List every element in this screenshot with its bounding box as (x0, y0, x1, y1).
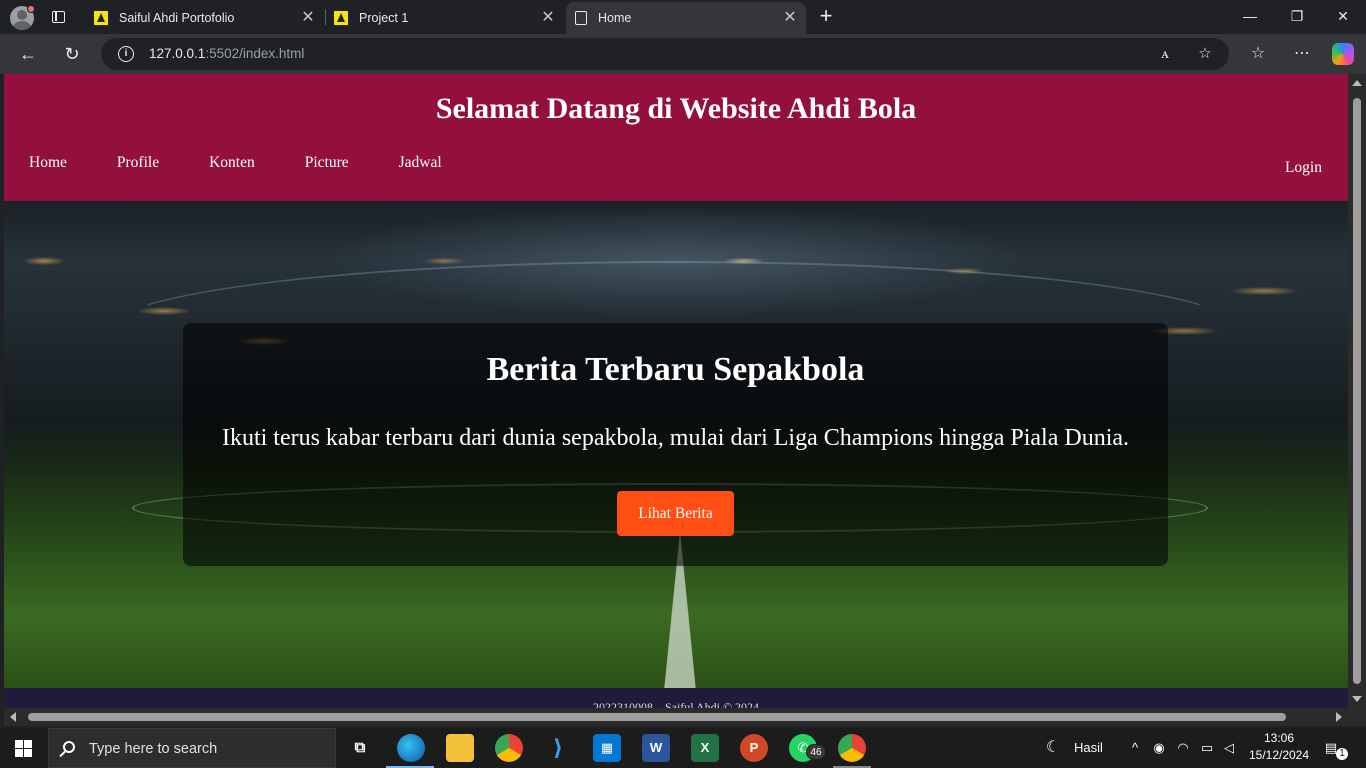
network-icon[interactable]: ◠ (1174, 738, 1192, 758)
horizontal-scrollbar[interactable] (4, 708, 1348, 726)
clock-date: 15/12/2024 (1248, 748, 1310, 762)
lihat-berita-button[interactable]: Lihat Berita (617, 491, 734, 536)
copilot-icon[interactable] (1332, 43, 1354, 65)
favorite-star-icon[interactable]: ☆ (1195, 44, 1215, 64)
chrome-icon[interactable] (495, 734, 523, 762)
browser-tab-bar: Saiful Ahdi Portofolio ✕ Project 1 ✕ Hom… (0, 0, 1366, 34)
tab-favicon-icon (334, 11, 348, 25)
powerpoint-icon[interactable]: P (740, 734, 768, 762)
chrome-profile-icon[interactable] (838, 734, 866, 762)
battery-icon[interactable]: ▭ (1198, 738, 1216, 758)
search-placeholder: Type here to search (89, 741, 218, 757)
url-host: 127.0.0.1 (149, 46, 206, 61)
meet-now-icon[interactable]: ◉ (1150, 738, 1168, 758)
taskbar-search-box[interactable]: Type here to search (48, 728, 336, 768)
horizontal-scroll-thumb[interactable] (28, 713, 1286, 721)
profile-status-dot (27, 5, 35, 13)
site-info-icon[interactable]: i (118, 46, 134, 62)
tray-overflow-chevron-icon[interactable]: ^ (1126, 738, 1144, 758)
reload-icon[interactable]: ↻ (60, 42, 84, 66)
page-viewport: Selamat Datang di Website Ahdi Bola Home… (4, 74, 1348, 708)
tab-title: Saiful Ahdi Portofolio (119, 11, 235, 25)
read-aloud-icon[interactable]: ꭺ (1155, 44, 1175, 64)
new-tab-plus-icon[interactable]: + (816, 5, 836, 27)
page-document-icon (575, 11, 587, 25)
url-path: :5502/index.html (205, 46, 305, 61)
scroll-down-arrow-icon[interactable] (1352, 696, 1362, 702)
address-bar[interactable]: i 127.0.0.1:5502/index.html ꭺ ☆ (101, 38, 1229, 70)
address-url[interactable]: 127.0.0.1:5502/index.html (149, 46, 304, 61)
vscode-icon[interactable]: ⟩ (544, 734, 572, 762)
task-view-icon[interactable]: ⧉ (346, 734, 374, 762)
tab-title: Project 1 (359, 11, 409, 25)
nav-link-home[interactable]: Home (29, 154, 67, 172)
weather-label[interactable]: Hasil (1074, 740, 1103, 755)
windows-taskbar: Type here to search ⧉ ⟩ ▦ W X P ✆ ☾ Hasi… (0, 728, 1366, 768)
more-menu-icon[interactable]: ⋯ (1291, 43, 1313, 65)
hero-card: Berita Terbaru Sepakbola Ikuti terus kab… (183, 323, 1168, 566)
excel-icon[interactable]: X (691, 734, 719, 762)
nav-link-profile[interactable]: Profile (117, 154, 159, 172)
edge-browser-icon[interactable] (397, 734, 425, 762)
tab-close-icon[interactable]: ✕ (540, 10, 556, 26)
file-explorer-icon[interactable] (446, 734, 474, 762)
tab-favicon-icon (94, 11, 108, 25)
hero-stadium-background: Berita Terbaru Sepakbola Ikuti terus kab… (4, 201, 1348, 688)
scrollbar-corner (1348, 708, 1366, 726)
system-clock[interactable]: 13:06 15/12/2024 (1248, 730, 1310, 764)
close-window-icon[interactable]: ✕ (1331, 6, 1355, 26)
minimize-icon[interactable]: — (1238, 6, 1262, 26)
tab-home-active[interactable]: Home ✕ (566, 2, 806, 34)
tab-close-icon[interactable]: ✕ (782, 10, 798, 26)
vertical-scroll-thumb[interactable] (1353, 98, 1361, 684)
microsoft-store-icon[interactable]: ▦ (593, 734, 621, 762)
weather-icon[interactable]: ☾ (1044, 738, 1062, 758)
tab-close-icon[interactable]: ✕ (300, 10, 316, 26)
site-footer: 2022310008 – Saiful Ahdi © 2024 (4, 688, 1348, 708)
scroll-right-arrow-icon[interactable] (1336, 712, 1342, 722)
tab-title: Home (598, 11, 632, 25)
clock-time: 13:06 (1263, 731, 1295, 745)
notification-count-badge: 1 (1336, 748, 1348, 760)
scroll-up-arrow-icon[interactable] (1352, 80, 1362, 86)
windows-start-icon[interactable] (15, 740, 32, 757)
tab-saiful-ahdi-portofolio[interactable]: Saiful Ahdi Portofolio ✕ (86, 2, 324, 34)
nav-link-konten[interactable]: Konten (209, 154, 255, 172)
whatsapp-badge: 46 (806, 744, 826, 760)
tab-project-1[interactable]: Project 1 ✕ (326, 2, 564, 34)
word-icon[interactable]: W (642, 734, 670, 762)
scroll-left-arrow-icon[interactable] (10, 712, 16, 722)
favorites-icon[interactable]: ☆ (1247, 43, 1269, 65)
volume-icon[interactable]: ◁ (1220, 738, 1238, 758)
site-nav: Home Profile Konten Picture Jadwal (29, 154, 492, 172)
search-icon (63, 741, 75, 753)
vertical-scrollbar[interactable] (1348, 74, 1366, 708)
footer-text: 2022310008 – Saiful Ahdi © 2024 (592, 700, 760, 708)
site-title: Selamat Datang di Website Ahdi Bola (435, 92, 917, 125)
browser-toolbar: ← ↻ i 127.0.0.1:5502/index.html ꭺ ☆ ☆ ⋯ (0, 34, 1366, 74)
login-link[interactable]: Login (1285, 159, 1322, 177)
hero-heading: Berita Terbaru Sepakbola (486, 351, 865, 388)
restore-icon[interactable]: ❐ (1285, 6, 1309, 26)
hero-text: Ikuti terus kabar terbaru dari dunia sep… (221, 425, 1130, 451)
back-arrow-icon[interactable]: ← (16, 42, 40, 66)
tab-actions-icon[interactable] (50, 8, 68, 26)
nav-link-jadwal[interactable]: Jadwal (399, 154, 442, 172)
site-header: Selamat Datang di Website Ahdi Bola Home… (4, 74, 1348, 201)
nav-link-picture[interactable]: Picture (305, 154, 349, 172)
